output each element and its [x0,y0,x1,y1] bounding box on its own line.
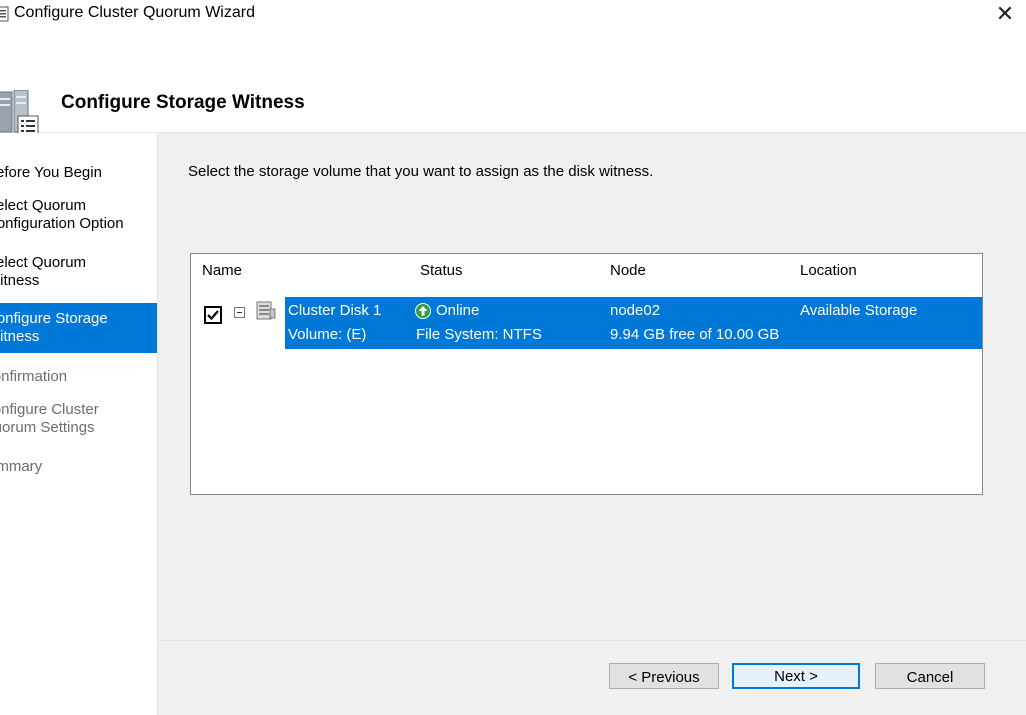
step-label: Summary [0,458,43,475]
step-configure-cluster-quorum-settings[interactable]: Configure Cluster Quorum Settings [0,401,157,437]
wizard-app-icon [0,6,10,22]
disk-select-checkbox[interactable] [204,306,222,324]
page-title: Configure Storage Witness [61,92,305,113]
step-confirmation[interactable]: Confirmation [0,368,157,386]
list-header: Name Status Node Location [191,254,982,288]
free-space: 9.94 GB free of 10.00 GB [610,326,780,343]
step-label: Configure Cluster Quorum Settings [0,401,99,436]
step-summary[interactable]: Summary [0,458,157,476]
previous-button[interactable]: < Previous [609,663,719,689]
disk-node: node02 [610,302,661,319]
disk-name: Cluster Disk 1 [288,302,382,319]
footer-divider [158,640,1026,641]
column-header-node[interactable]: Node [610,262,646,279]
step-label: Confirmation [0,368,68,385]
collapse-toggle[interactable] [234,307,245,318]
wizard-steps-sidebar: Before You Begin Select Quorum Configura… [0,133,158,715]
close-icon: ✕ [995,1,1015,26]
instruction-text: Select the storage volume that you want … [188,163,654,180]
step-before-you-begin[interactable]: Before You Begin [0,164,157,182]
wizard-content: Select the storage volume that you want … [158,133,1026,715]
window-title: Configure Cluster Quorum Wizard [14,4,255,21]
file-system: File System: NTFS [416,326,542,343]
column-header-location[interactable]: Location [800,262,857,279]
column-header-name[interactable]: Name [202,262,242,279]
step-configure-storage-witness[interactable]: Configure Storage Witness [0,303,157,353]
close-button[interactable]: ✕ [984,0,1026,30]
wizard-header: Configure Storage Witness [0,32,1026,139]
disk-location: Available Storage [800,302,918,319]
step-label: Configure Storage Witness [0,310,108,345]
title-bar: Configure Cluster Quorum Wizard ✕ [0,0,1026,32]
storage-volume-list[interactable]: Name Status Node Location Cluster Disk 1 [190,253,983,495]
table-row[interactable]: Cluster Disk 1 Online node02 Available S… [285,297,982,349]
next-button[interactable]: Next > [732,663,860,689]
step-select-quorum-witness[interactable]: Select Quorum Witness [0,254,157,290]
volume-label: Volume: (E) [288,326,367,343]
column-header-status[interactable]: Status [420,262,463,279]
cancel-button[interactable]: Cancel [875,663,985,689]
step-label: Select Quorum Witness [0,254,87,289]
cluster-disk-icon [255,299,277,326]
step-select-quorum-configuration-option[interactable]: Select Quorum Configuration Option [0,197,157,233]
step-label: Select Quorum Configuration Option [0,197,124,232]
disk-status: Online [436,302,480,319]
step-label: Before You Begin [0,164,102,181]
online-status-icon [415,303,431,324]
